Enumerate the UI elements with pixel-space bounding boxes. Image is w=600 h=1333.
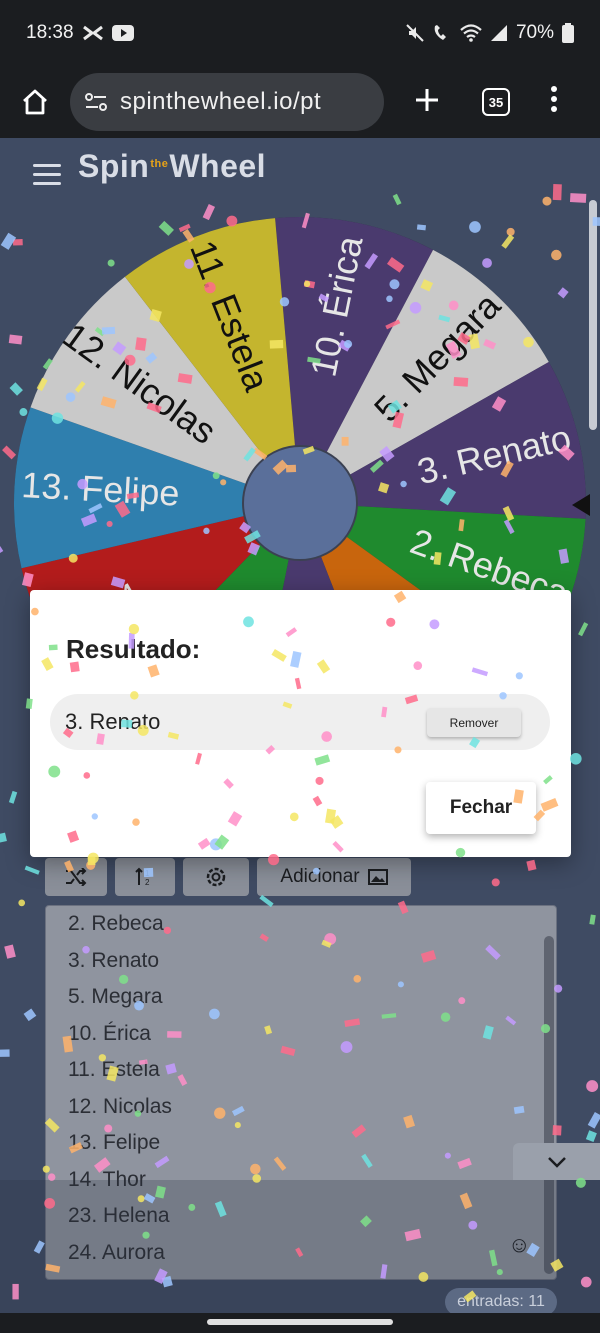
spin-wheel[interactable]: 10. Érica5. Megara3. Renato2. Rebeca1A14…	[0, 200, 600, 600]
status-time: 18:38	[26, 22, 74, 43]
shuffle-button[interactable]	[45, 858, 107, 896]
wifi-calling-icon	[434, 25, 446, 40]
battery-icon	[562, 23, 574, 43]
add-image-button[interactable]: Adicionar	[257, 858, 411, 896]
wheel-center	[242, 445, 358, 561]
system-nav-bar	[0, 1313, 600, 1333]
url-text: spinthewheel.io/pt	[120, 88, 322, 115]
collapse-button[interactable]	[513, 1143, 600, 1180]
confetti-piece	[587, 1111, 600, 1129]
add-image-label: Adicionar	[280, 866, 360, 887]
svg-text:2: 2	[145, 878, 150, 887]
wifi-icon	[460, 24, 482, 42]
result-row: 3. Renato Remover	[50, 694, 550, 750]
confetti-piece	[0, 832, 7, 843]
plus-icon	[416, 88, 438, 111]
wheel-segment-label: 13. Felipe	[20, 464, 180, 514]
hamburger-menu-icon[interactable]	[33, 164, 61, 191]
battery-text: 70%	[515, 22, 554, 43]
chevron-down-icon	[547, 1156, 566, 1168]
result-dialog: Resultado: 3. Renato Remover Fechar	[30, 590, 571, 857]
entry-line: 12. Nicolas	[68, 1094, 172, 1118]
confetti-piece	[24, 865, 40, 875]
entry-line: 10. Érica	[68, 1021, 151, 1045]
gear-icon	[206, 867, 226, 887]
page-scrollbar[interactable]	[589, 200, 597, 430]
confetti-piece	[23, 1008, 37, 1022]
home-icon	[23, 89, 47, 115]
site-settings-icon[interactable]	[84, 91, 108, 113]
browser-toolbar: spinthewheel.io/pt 35	[0, 66, 600, 138]
app-logo: SpintheWheel	[78, 148, 267, 184]
notification-icon	[82, 25, 103, 41]
confetti-piece	[585, 1130, 597, 1143]
confetti-piece	[8, 790, 18, 804]
signal-icon	[490, 25, 507, 41]
entry-line: 2. Rebeca	[68, 912, 164, 935]
shuffle-icon	[66, 868, 87, 886]
result-value: 3. Renato	[65, 709, 161, 734]
gesture-handle[interactable]	[207, 1319, 393, 1325]
confetti-piece	[586, 1080, 599, 1093]
settings-button[interactable]	[183, 858, 249, 896]
tab-switcher-button[interactable]: 35	[482, 88, 510, 116]
youtube-icon	[111, 25, 134, 41]
image-icon	[367, 869, 388, 885]
dialog-title: Resultado:	[66, 634, 201, 664]
confetti-piece	[578, 622, 589, 637]
sort-button[interactable]: 1 2	[115, 858, 175, 896]
confetti-piece	[18, 899, 26, 907]
new-tab-button[interactable]	[410, 83, 444, 122]
status-bar: 18:38 70%	[0, 0, 600, 66]
confetti-piece	[589, 914, 596, 925]
sort-icon: 1 2	[135, 867, 150, 887]
confetti-piece	[0, 1049, 10, 1057]
home-button[interactable]	[18, 85, 52, 119]
confetti-piece	[526, 859, 537, 871]
more-vert-icon	[551, 85, 557, 112]
close-button[interactable]: Fechar	[426, 782, 536, 834]
entry-line: 3. Renato	[68, 948, 160, 972]
mute-icon	[406, 24, 424, 42]
browser-menu-button[interactable]	[550, 85, 558, 119]
remove-button[interactable]: Remover	[427, 708, 521, 737]
entry-line: 13. Felipe	[68, 1131, 161, 1154]
confetti-piece	[491, 878, 500, 887]
confetti-piece	[4, 944, 16, 959]
entry-line: 5. Megara	[68, 985, 163, 1008]
address-bar[interactable]: spinthewheel.io/pt	[70, 73, 384, 131]
app-header: SpintheWheel	[0, 138, 600, 208]
confetti-piece	[570, 752, 582, 765]
entries-count: entradas: 11	[445, 1288, 557, 1316]
svg-text:1: 1	[145, 869, 150, 878]
wheel-pointer-icon	[572, 494, 590, 516]
entries-toolbar: 1 2 Adicionar	[45, 858, 411, 896]
entry-line: 11. Estela	[68, 1058, 160, 1081]
